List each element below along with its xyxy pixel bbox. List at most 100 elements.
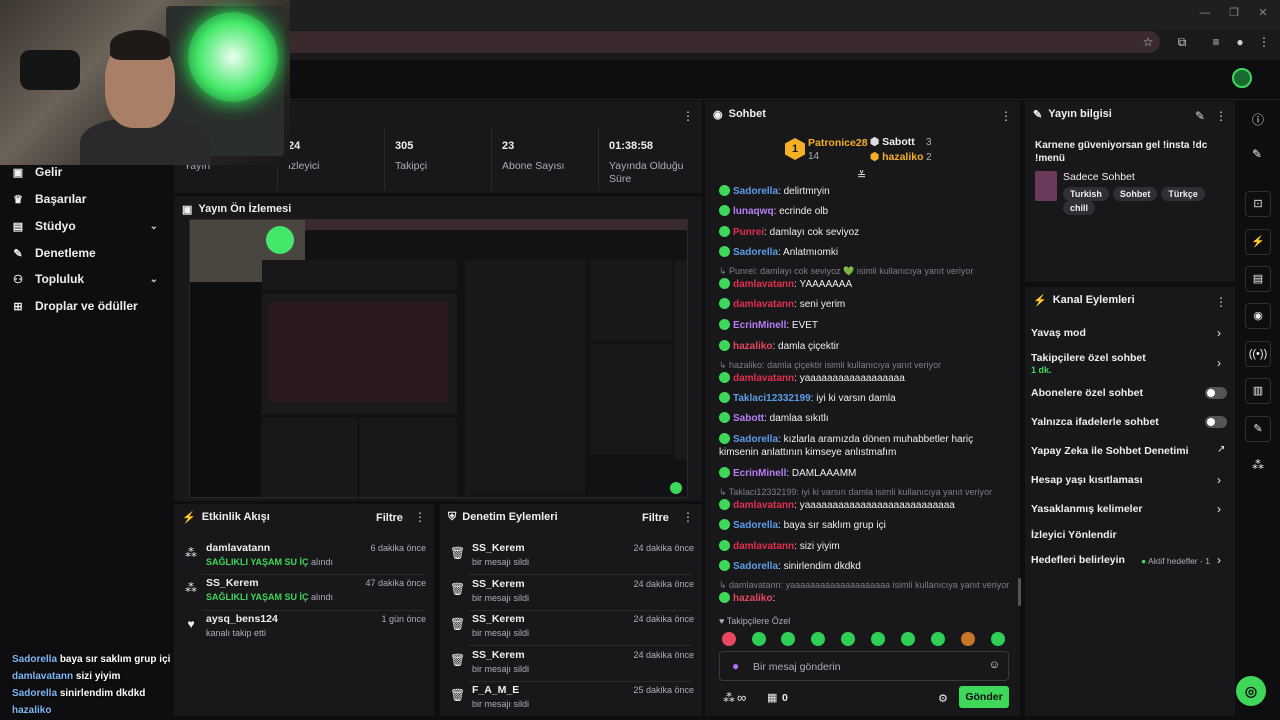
list-item[interactable]: 🗑 F_A_M_E bir mesajı sildi 25 dakika önc… [440, 682, 702, 718]
chat-bubble-icon[interactable]: ◉ [1245, 303, 1271, 329]
emoji-icon[interactable]: ☺ [989, 659, 1000, 671]
chat-username[interactable]: Punrei [733, 227, 764, 238]
kebab-menu-icon[interactable]: ⋮ [682, 510, 694, 524]
lightning-icon[interactable]: ⚡ [1245, 229, 1271, 255]
action-banned-words[interactable]: Yasaklanmış kelimeler [1031, 503, 1231, 515]
sidebar-item-drops[interactable]: ⊞ Droplar ve ödüller [10, 295, 160, 317]
tag[interactable]: Türkçe [1161, 187, 1205, 201]
chat-username[interactable]: EcrinMinell [733, 320, 786, 331]
chat-input[interactable]: ● Bir mesaj gönderin ☺ [719, 651, 1009, 681]
sidebar-item-community[interactable]: ⚇ Topluluk ⌄ [10, 268, 160, 290]
maximize-icon[interactable]: ❐ [1227, 6, 1241, 20]
edit-icon[interactable]: ✎ [1195, 109, 1205, 123]
close-icon[interactable]: ✕ [1256, 6, 1270, 20]
mic-icon[interactable]: ● [732, 659, 739, 673]
emote-only-toggle[interactable] [1205, 416, 1227, 428]
chat-message[interactable]: damlavatann: yaaaaaaaaaaaaaaaaaaaaaaaaaa… [719, 499, 1014, 512]
sidebar-item-studio[interactable]: ▤ Stüdyo ⌄ [10, 215, 160, 237]
chat-message[interactable]: Sabott: damlaa sıkıtlı [719, 412, 1014, 425]
gear-icon[interactable]: ⚙ [938, 692, 948, 705]
chat-username[interactable]: damlavatann [733, 299, 794, 310]
action-subscribers-only[interactable]: Abonelere özel sohbet [1031, 387, 1231, 399]
filter-button[interactable]: Filtre [376, 512, 403, 524]
action-raid[interactable]: İzleyici Yönlendir [1031, 529, 1231, 541]
stream-preview-video[interactable] [189, 219, 688, 498]
chat-username[interactable]: damlavatann [733, 500, 794, 511]
chat-username[interactable]: Sadorella [733, 434, 778, 445]
list-item[interactable]: 🗑 SS_Kerem bir mesajı sildi 24 dakika ön… [440, 576, 702, 612]
chat-username[interactable]: Sadorella [733, 247, 778, 258]
wrench-icon[interactable]: ✎ [1245, 416, 1271, 442]
list-item[interactable]: 🗑 SS_Kerem bir mesajı sildi 24 dakika ön… [440, 611, 702, 647]
filter-button[interactable]: Filtre [642, 512, 669, 524]
drops-icon[interactable]: ⁂ [1252, 458, 1264, 472]
avatar[interactable] [1232, 68, 1252, 88]
profile-icon[interactable]: ● [1232, 34, 1248, 50]
chat-username[interactable]: Sadorella [733, 520, 778, 531]
send-button[interactable]: Gönder [959, 686, 1009, 708]
chat-scrollbar[interactable] [1018, 578, 1021, 606]
minimize-icon[interactable]: — [1198, 6, 1212, 20]
action-slow-mode[interactable]: Yavaş mod [1031, 327, 1231, 339]
chat-message[interactable]: damlavatann: YAAAAAAA [719, 278, 1014, 291]
list-item[interactable]: ⁂ SS_Kerem SAĞLIKLI YAŞAM SU İÇ alındı 4… [174, 575, 434, 611]
chat-message[interactable]: damlavatann: yaaaaaaaaaaaaaaaaaa [719, 372, 1014, 385]
emote-icon[interactable] [961, 632, 975, 646]
list-item[interactable]: ⁂ damlavatann SAĞLIKLI YAŞAM SU İÇ alınd… [174, 540, 434, 576]
kebab-menu-icon[interactable]: ⋮ [414, 510, 426, 524]
chat-message[interactable]: Sadorella: Anlatmıomki [719, 246, 1014, 259]
chat-username[interactable]: damlavatann [733, 541, 794, 552]
action-followers-only[interactable]: Takipçilere özel sohbet 1 dk. [1031, 352, 1231, 376]
chat-username[interactable]: Taklaci12332199 [733, 393, 811, 404]
kebab-menu-icon[interactable]: ⋮ [682, 109, 694, 123]
broadcast-icon[interactable]: ((•)) [1245, 341, 1271, 367]
category-name[interactable]: Sadece Sohbet [1063, 171, 1135, 183]
document-icon[interactable]: ▤ [1245, 266, 1271, 292]
chat-message[interactable]: hazaliko: damla çiçektir [719, 340, 1014, 353]
list-item[interactable]: ♥ aysq_bens124 kanalı takip etti 1 gün ö… [174, 611, 434, 647]
chat-username[interactable]: hazaliko [733, 341, 772, 352]
action-ai-moderation[interactable]: Yapay Zeka ile Sohbet Denetimi [1031, 445, 1231, 457]
chevron-right-icon[interactable]: › [1217, 502, 1221, 516]
chat-username[interactable]: Sadorella [733, 561, 778, 572]
chat-message[interactable]: damlavatann: sizi yiyim [719, 540, 1014, 553]
leaderboard-second[interactable]: ⬢ Sabott [870, 136, 915, 148]
menu-icon[interactable]: ⋮ [1256, 34, 1272, 50]
emote-icon[interactable] [722, 632, 736, 646]
chat-message[interactable]: hazaliko: [719, 592, 1014, 605]
emote-icon[interactable] [901, 632, 915, 646]
chat-username[interactable]: damlavatann [733, 279, 794, 290]
pencil-icon[interactable]: ✎ [1252, 147, 1262, 161]
tag[interactable]: Sohbet [1112, 187, 1158, 201]
kebab-menu-icon[interactable]: ⋮ [1215, 109, 1227, 123]
emote-icon[interactable] [811, 632, 825, 646]
chat-message[interactable]: lunaqwq: ecrinde olb [719, 205, 1014, 218]
chat-message[interactable]: Taklaci12332199: iyi ki varsın damla [719, 392, 1014, 405]
emote-icon[interactable] [871, 632, 885, 646]
address-bar[interactable] [280, 31, 1160, 53]
kebab-menu-icon[interactable]: ⋮ [1215, 295, 1227, 309]
list-item[interactable]: 🗑 SS_Kerem bir mesajı sildi 24 dakika ön… [440, 647, 702, 683]
screenshot-icon[interactable]: ⊡ [1245, 191, 1271, 217]
emote-icon[interactable] [841, 632, 855, 646]
action-account-age[interactable]: Hesap yaşı kısıtlaması [1031, 474, 1231, 486]
list-item[interactable]: 🗑 SS_Kerem bir mesajı sildi 24 dakika ön… [440, 540, 702, 576]
points-icon[interactable]: ▦ [767, 691, 777, 704]
chat-message[interactable]: Sadorella: baya sır saklım grup içi [719, 519, 1014, 532]
external-link-icon[interactable]: ↗ [1217, 444, 1225, 455]
chevron-right-icon[interactable]: › [1217, 553, 1221, 567]
leaderboard-first[interactable]: Patronice28 [808, 137, 868, 149]
kebab-menu-icon[interactable]: ⋮ [1000, 109, 1012, 123]
chat-message[interactable]: EcrinMinell: EVET [719, 319, 1014, 332]
infinity-icon[interactable]: ∞ [737, 690, 746, 705]
chat-username[interactable]: damlavatann [733, 373, 794, 384]
emote-icon[interactable] [931, 632, 945, 646]
emote-icon[interactable] [781, 632, 795, 646]
tag[interactable]: chill [1063, 201, 1096, 215]
chat-username[interactable]: Sadorella [733, 186, 778, 197]
chevron-right-icon[interactable]: › [1217, 356, 1221, 370]
tag[interactable]: Turkish [1063, 187, 1109, 201]
chevron-right-icon[interactable]: › [1217, 326, 1221, 340]
action-emote-only[interactable]: Yalnızca ifadelerle sohbet [1031, 416, 1231, 428]
help-icon[interactable]: ◎ [1236, 676, 1266, 706]
